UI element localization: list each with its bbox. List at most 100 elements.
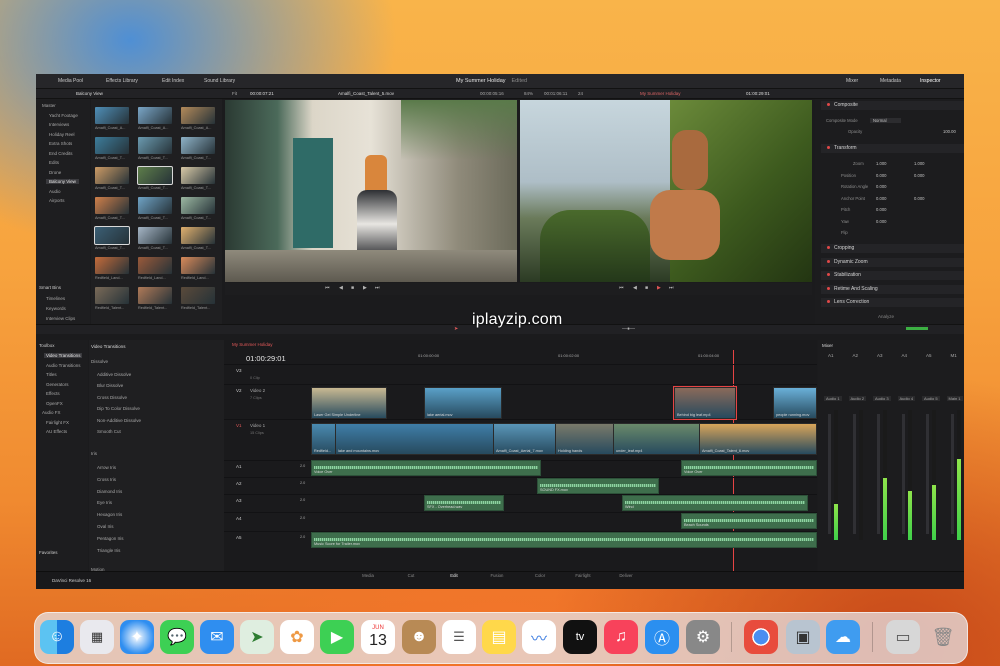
finder-icon[interactable]: ☺: [40, 620, 74, 654]
track-id[interactable]: V2: [236, 388, 242, 393]
track-id[interactable]: A5: [236, 535, 242, 540]
fader-track[interactable]: [901, 414, 905, 534]
photos-icon[interactable]: ✿: [280, 620, 314, 654]
transition-item[interactable]: Dip To Color Dissolve: [97, 406, 140, 411]
audio-clip[interactable]: Voice Over: [311, 460, 541, 476]
track-id[interactable]: V1: [236, 423, 242, 428]
zoom-level[interactable]: 84%: [524, 91, 533, 96]
transition-item[interactable]: Cross Iris: [97, 477, 116, 482]
opacity-value[interactable]: 100.00: [943, 129, 956, 134]
section-transform[interactable]: Transform: [821, 144, 964, 153]
track-id[interactable]: A3: [236, 498, 242, 503]
bin-item[interactable]: Extra Shots: [46, 141, 75, 146]
preview-icon[interactable]: ▣: [786, 620, 820, 654]
mixer-bus-label[interactable]: Audio 1: [824, 396, 842, 401]
clip-thumbnail[interactable]: [95, 197, 129, 214]
transform-y-value[interactable]: 0.000: [914, 173, 924, 178]
jump-start-icon[interactable]: ⏮: [325, 285, 330, 291]
prog-jump-end-icon[interactable]: ⏭: [669, 285, 674, 291]
tab-mixer[interactable]: Mixer: [846, 78, 858, 84]
prog-play-icon[interactable]: ▶: [657, 285, 661, 291]
bin-item[interactable]: Interviews: [46, 122, 72, 127]
video-clip[interactable]: lake aerial.mov: [424, 387, 502, 419]
track-id[interactable]: V3: [236, 368, 242, 373]
program-viewer[interactable]: [520, 100, 812, 282]
mixer-bus-label[interactable]: Audio 5: [922, 396, 940, 401]
toolbox-item[interactable]: Video Transitions: [44, 353, 83, 358]
page-tab-fairlight[interactable]: Fairlight: [563, 573, 603, 578]
bin-item[interactable]: Master: [39, 103, 59, 108]
transform-x-value[interactable]: 1.000: [876, 161, 886, 166]
tab-sound-library[interactable]: Sound Library: [204, 78, 235, 84]
composite-mode-select[interactable]: Normal: [870, 118, 901, 123]
video-clip[interactable]: Holding hands: [555, 423, 615, 455]
toolbox-title[interactable]: Toolbox: [39, 343, 55, 348]
clip-thumbnail[interactable]: [181, 257, 215, 274]
audio-clip[interactable]: Music Score for Trailer.mov: [311, 532, 817, 548]
smart-bin-timelines[interactable]: Timelines: [46, 296, 65, 301]
tab-metadata[interactable]: Metadata: [880, 78, 901, 84]
stop-icon[interactable]: ■: [351, 285, 354, 291]
transform-y-value[interactable]: 1.000: [914, 161, 924, 166]
page-tab-deliver[interactable]: Deliver: [606, 573, 646, 578]
music-icon[interactable]: ♫: [604, 620, 638, 654]
clip-thumbnail[interactable]: [138, 257, 172, 274]
video-clip[interactable]: people running.mov: [773, 387, 817, 419]
transform-x-value[interactable]: 0.000: [876, 196, 886, 201]
selection-tool-icon[interactable]: ➤: [454, 326, 458, 332]
page-tab-edit[interactable]: Edit: [434, 573, 474, 578]
section-composite[interactable]: Composite: [821, 101, 964, 110]
tab-inspector[interactable]: Inspector: [920, 78, 941, 84]
apple-tv-icon[interactable]: tv: [563, 620, 597, 654]
freeform-icon[interactable]: 〰: [522, 620, 556, 654]
toolbox-item[interactable]: Effects: [44, 391, 62, 396]
bin-label[interactable]: Balcony View: [76, 91, 103, 96]
audio-clip[interactable]: SOUND FX.mov: [537, 478, 659, 494]
tab-effects-library[interactable]: Effects Library: [106, 78, 138, 84]
video-clip[interactable]: Redfield...: [311, 423, 337, 455]
track-id[interactable]: A2: [236, 481, 242, 486]
play-icon[interactable]: ▶: [363, 285, 367, 291]
clip-thumbnail[interactable]: [138, 107, 172, 124]
jump-end-icon[interactable]: ⏭: [375, 285, 380, 291]
program-timeline-name[interactable]: My Summer Holiday: [640, 91, 681, 96]
weather-icon[interactable]: ☁: [826, 620, 860, 654]
calendar-icon[interactable]: JUN 13: [361, 620, 395, 654]
transition-item[interactable]: Smooth Cut: [97, 429, 121, 434]
tab-media-pool[interactable]: Media Pool: [58, 78, 83, 84]
facetime-icon[interactable]: ▶: [320, 620, 354, 654]
video-clip[interactable]: lake and mountains.mov: [335, 423, 495, 455]
page-tab-media[interactable]: Media: [348, 573, 388, 578]
audio-clip[interactable]: Voice Over: [681, 460, 817, 476]
page-tab-color[interactable]: Color: [520, 573, 560, 578]
fader-track[interactable]: [926, 414, 929, 534]
bin-item[interactable]: Airports: [46, 198, 68, 203]
mixer-bus-label[interactable]: Main 1: [946, 396, 963, 401]
clip-thumbnail[interactable]: [138, 287, 172, 304]
maps-icon[interactable]: ➤: [240, 620, 274, 654]
fader-track[interactable]: [877, 414, 880, 534]
launchpad-icon[interactable]: ▦: [80, 620, 114, 654]
video-clip[interactable]: Amalfi_Coast_Talent_6.mov: [699, 423, 817, 455]
clip-thumbnail[interactable]: [138, 227, 172, 244]
inspector-section[interactable]: Stabilization: [821, 271, 964, 280]
clip-thumbnail[interactable]: [181, 167, 215, 184]
video-clip[interactable]: Amalfi_Coast_Aerial_7.mov: [493, 423, 557, 455]
fader-track[interactable]: [828, 414, 831, 534]
toolbox-item[interactable]: Titles: [44, 372, 59, 377]
system-settings-icon[interactable]: ⚙: [686, 620, 720, 654]
transition-item[interactable]: Non-Additive Dissolve: [97, 418, 141, 423]
prog-jump-start-icon[interactable]: ⏮: [619, 285, 624, 291]
transition-item[interactable]: Blur Dissolve: [97, 383, 123, 388]
track-id[interactable]: A1: [236, 464, 242, 469]
clip-thumbnail[interactable]: [95, 287, 129, 304]
source-clip-name[interactable]: Amalfi_Coast_Talent_5.mov: [338, 91, 394, 96]
toolbox-item[interactable]: Fairlight FX: [44, 420, 71, 425]
video-clip[interactable]: Behind big leaf.mp4: [673, 386, 737, 420]
video-clip[interactable]: Laser Gel Simple Underline: [311, 387, 387, 419]
clip-thumbnail[interactable]: [138, 137, 172, 154]
transition-item[interactable]: Eye Iris: [97, 500, 112, 505]
fit-menu[interactable]: Fit: [232, 91, 237, 96]
contacts-icon[interactable]: ☻: [402, 620, 436, 654]
mixer-bus-label[interactable]: Audio 2: [848, 396, 867, 401]
